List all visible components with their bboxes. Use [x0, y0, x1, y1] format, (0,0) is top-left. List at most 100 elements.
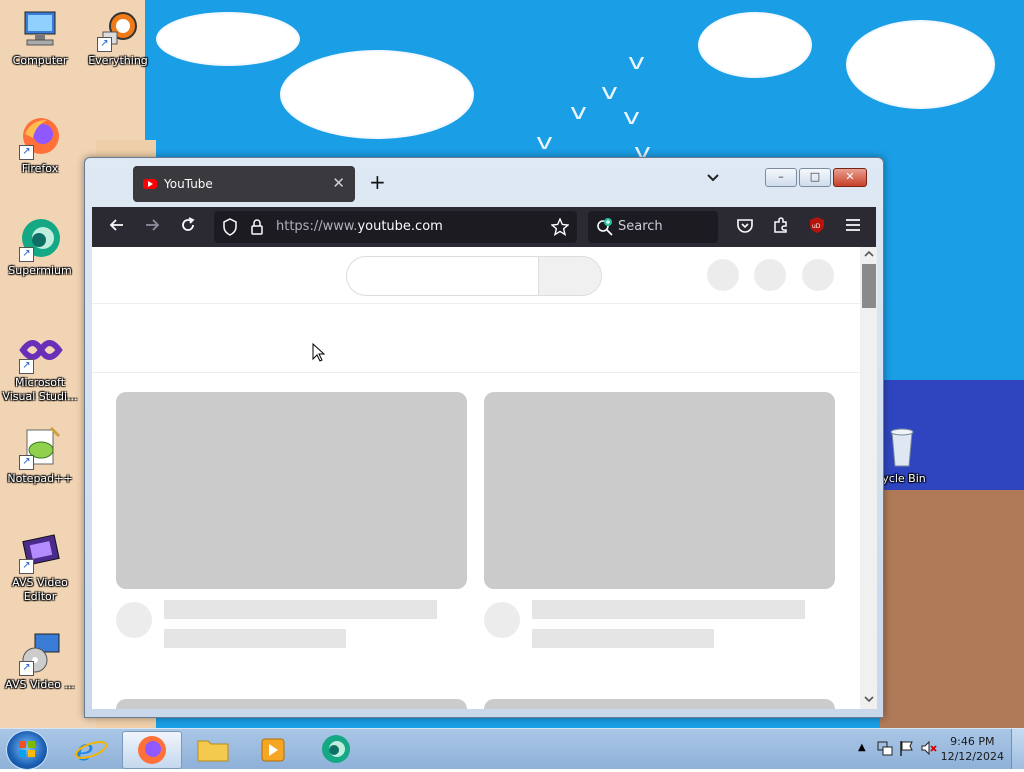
taskbar: e ▲ 9:46 PM 12/12/2024 [0, 728, 1024, 770]
channel-avatar-skeleton [484, 602, 520, 638]
ublock-origin-icon[interactable]: uD [808, 216, 826, 239]
cloud [282, 52, 472, 137]
firefox-icon: ↗ [17, 114, 63, 160]
shortcut-arrow-icon: ↗ [19, 247, 34, 262]
desktop-icon-supermium[interactable]: ↗ Supermium [0, 216, 80, 278]
desktop-icon-label: Microsoft Visual Studi... [2, 376, 78, 403]
bookmark-star-icon[interactable] [550, 217, 570, 239]
desktop-icon-label: Notepad++ [7, 472, 73, 485]
close-window-button[interactable]: ✕ [833, 168, 867, 187]
window-controls: – □ ✕ [765, 168, 867, 187]
desktop-icon-firefox[interactable]: ↗ Firefox [0, 114, 80, 176]
svg-text:uD: uD [812, 223, 821, 230]
extensions-puzzle-icon[interactable] [772, 216, 790, 239]
desktop-icon-avs-video-editor[interactable]: ↗ AVS Video Editor [0, 528, 80, 604]
start-button-windows-icon[interactable] [6, 730, 48, 770]
taskbar-internet-explorer[interactable]: e [62, 731, 120, 768]
supermium-icon: ↗ [17, 216, 63, 262]
shield-icon[interactable] [222, 218, 238, 239]
cloud [848, 22, 993, 107]
system-tray: ▲ 9:46 PM 12/12/2024 [844, 729, 1024, 769]
volume-muted-icon[interactable] [920, 739, 938, 760]
desktop-icon-notepadpp[interactable]: ↗ Notepad++ [0, 424, 80, 486]
shortcut-arrow-icon: ↗ [19, 455, 34, 470]
pocket-icon[interactable] [736, 216, 754, 239]
bird: v [601, 80, 618, 105]
vertical-scrollbar[interactable] [860, 247, 877, 709]
avatar-skeleton [802, 259, 834, 291]
maximize-button[interactable]: □ [799, 168, 831, 187]
clock-time: 9:46 PM [950, 735, 995, 748]
bird: v [570, 100, 587, 125]
bird: v [536, 130, 553, 155]
video-title-skeleton [532, 600, 805, 619]
supermium-icon [322, 735, 350, 763]
url-bar[interactable]: https://www.youtube.com [214, 211, 577, 243]
shortcut-arrow-icon: ↗ [19, 359, 34, 374]
bird: v [623, 105, 640, 130]
computer-icon [17, 6, 63, 52]
video-meta-skeleton [164, 629, 346, 648]
close-tab-icon[interactable]: ✕ [332, 174, 345, 192]
everything-search-icon: ↗ [95, 6, 141, 52]
desktop-icon-avs-video[interactable]: ↗ AVS Video ... [0, 630, 80, 692]
clock[interactable]: 9:46 PM 12/12/2024 [941, 734, 1004, 764]
desktop-icon-computer[interactable]: Computer [0, 6, 80, 68]
channel-avatar-skeleton [116, 602, 152, 638]
clock-date: 12/12/2024 [940, 750, 1004, 763]
show-desktop-button[interactable] [1011, 729, 1024, 769]
hamburger-menu-icon[interactable] [844, 216, 862, 239]
scroll-up-icon[interactable] [863, 249, 875, 262]
url-text: https://www.youtube.com [276, 219, 443, 234]
desktop-icon-label: Computer [12, 54, 68, 67]
wallpaper-land [880, 490, 1024, 728]
internet-explorer-icon: e [74, 733, 108, 768]
shortcut-arrow-icon: ↗ [19, 661, 34, 676]
youtube-favicon-icon [143, 179, 157, 189]
video-meta-skeleton [532, 629, 714, 648]
search-skeleton[interactable] [346, 256, 602, 296]
video-thumbnail-skeleton [484, 392, 835, 589]
url-scheme: https://www. [276, 219, 358, 234]
notepadpp-icon: ↗ [17, 424, 63, 470]
taskbar-supermium[interactable] [306, 731, 364, 767]
list-all-tabs-chevron-icon[interactable] [706, 172, 720, 187]
show-hidden-icons-chevron-icon[interactable]: ▲ [858, 742, 866, 753]
mouse-cursor-icon [312, 342, 326, 366]
taskbar-firefox[interactable] [122, 731, 182, 769]
disc-monitor-icon: ↗ [17, 630, 63, 676]
cloud [158, 14, 298, 64]
search-button-skeleton [538, 257, 601, 295]
media-player-icon [261, 738, 285, 762]
taskbar-media-player[interactable] [244, 731, 302, 767]
action-center-flag-icon[interactable] [898, 739, 916, 760]
firefox-icon [138, 736, 166, 764]
tab-youtube[interactable]: YouTube ✕ [133, 166, 355, 202]
reload-icon[interactable] [179, 216, 197, 239]
video-thumbnail-skeleton [116, 392, 467, 589]
tab-strip: YouTube ✕ + – □ ✕ [91, 163, 875, 207]
desktop-icon-label: AVS Video ... [5, 678, 75, 691]
film-strip-icon: ↗ [17, 528, 63, 574]
scroll-down-icon[interactable] [863, 694, 875, 707]
desktop-icon-label: AVS Video Editor [12, 576, 68, 603]
network-icon[interactable] [876, 739, 894, 760]
lock-icon[interactable] [250, 218, 264, 239]
shortcut-arrow-icon: ↗ [19, 145, 34, 160]
desktop-icon-visual-studio[interactable]: ↗ Microsoft Visual Studi... [0, 328, 80, 404]
header-button-skeleton [707, 259, 739, 291]
bird: v [628, 50, 645, 75]
header-button-skeleton [754, 259, 786, 291]
taskbar-file-explorer[interactable] [184, 731, 242, 767]
scrollbar-thumb[interactable] [862, 264, 876, 308]
minimize-button[interactable]: – [765, 168, 797, 187]
desktop-icon-label: Everything [88, 54, 148, 67]
firefox-window: YouTube ✕ + – □ ✕ https://www.youtube.co… [84, 157, 884, 718]
desktop-icon-everything[interactable]: ↗ Everything [78, 6, 158, 68]
new-tab-button[interactable]: + [369, 170, 386, 194]
search-bar[interactable]: Search [588, 211, 718, 243]
back-arrow-icon[interactable] [108, 216, 126, 239]
shortcut-arrow-icon: ↗ [19, 559, 34, 574]
video-title-skeleton [164, 600, 437, 619]
forward-arrow-icon[interactable] [143, 216, 161, 239]
